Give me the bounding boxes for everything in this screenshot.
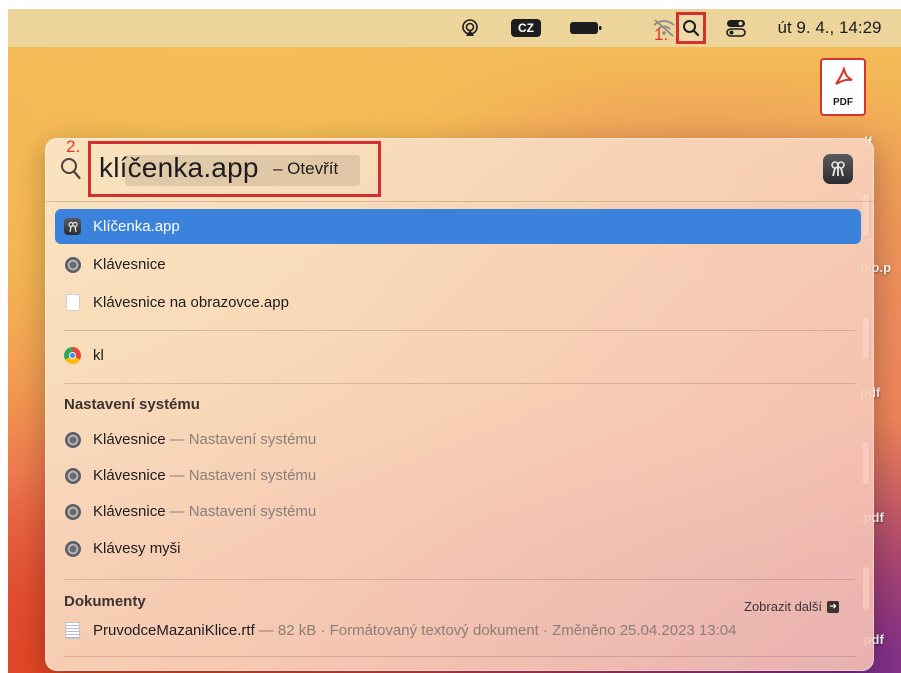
gear-icon [64,467,81,484]
result-detail: — 82 kB · Formátovaný textový dokument ·… [258,622,737,639]
result-detail: — Nastavení systému [169,431,317,448]
result-name: Klávesnice na obrazovce.app [93,294,289,311]
divider [64,383,855,384]
arrow-icon: ➜ [827,600,840,613]
result-name: Klávesnice [93,256,166,273]
pdf-icon-label: PDF [833,97,853,108]
result-name: Klávesnice [93,503,166,520]
keychain-app-icon [823,154,853,184]
result-name: Klíčenka.app [93,218,180,235]
result-name: Klávesnice [93,431,166,448]
keyboard-layout-indicator[interactable]: CZ [511,19,541,37]
divider [64,330,855,331]
menu-bar-clock[interactable]: út 9. 4., 14:29 [758,9,901,47]
acrobat-logo-icon [835,66,853,85]
gear-icon [64,540,81,557]
document-item[interactable]: PruvodceMazaniKlice.rtf — 82 kB · Formát… [55,613,861,648]
menu-bar: CZ 1. út 9. 4., 14:29 [8,9,901,47]
desktop: CZ 1. út 9. 4., 14:29 PDF df tko.p pdf .… [8,9,901,673]
spotlight-search-row: 2. klíčenka.app – Otevřít [45,138,874,201]
divider [64,656,855,657]
rtf-icon [64,622,81,639]
gear-icon [64,256,81,273]
settings-item[interactable]: Klávesnice — Nastavení systému [55,458,861,493]
divider [64,579,855,580]
settings-item[interactable]: Klávesnice — Nastavení systému [55,494,861,529]
settings-item[interactable]: Klávesy myši [55,531,861,566]
result-item-onscreen-keyboard[interactable]: Klávesnice na obrazovce.app [55,285,861,320]
result-detail: — Nastavení systému [169,503,317,520]
step-1-label: 1. [654,25,669,44]
document-icon [64,294,81,311]
result-name: Klávesnice [93,467,166,484]
result-item-keychain[interactable]: Klíčenka.app [55,209,861,244]
search-field-highlight-box [88,141,381,197]
show-more-label: Zobrazit další [744,599,823,614]
result-item-chrome-search[interactable]: kl [55,338,861,373]
keychain-icon [64,218,81,235]
spotlight-panel: 2. klíčenka.app – Otevřít Klíčenka.app K… [45,138,874,671]
gear-icon [64,431,81,448]
result-name: PruvodceMazaniKlice.rtf [93,622,255,639]
gear-icon [64,503,81,520]
divider [45,201,874,202]
pdf-file-icon[interactable]: PDF [820,58,866,116]
result-item-keyboard[interactable]: Klávesnice [55,247,861,282]
section-header-documents: Dokumenty [64,593,146,610]
result-detail: — Nastavení systému [169,467,317,484]
control-center-icon[interactable] [720,9,752,47]
show-more-link[interactable]: Zobrazit další ➜ [744,599,840,614]
result-name: kl [93,347,104,364]
result-name: Klávesy myši [93,540,181,557]
settings-item[interactable]: Klávesnice — Nastavení systému [55,422,861,457]
battery-icon[interactable] [566,9,606,47]
spotlight-search-icon[interactable] [676,12,706,44]
step-2-label: 2. [66,138,81,156]
search-icon [60,157,82,186]
airplay-icon[interactable] [457,9,483,47]
section-header-settings: Nastavení systému [64,396,200,413]
chrome-icon [64,347,81,364]
